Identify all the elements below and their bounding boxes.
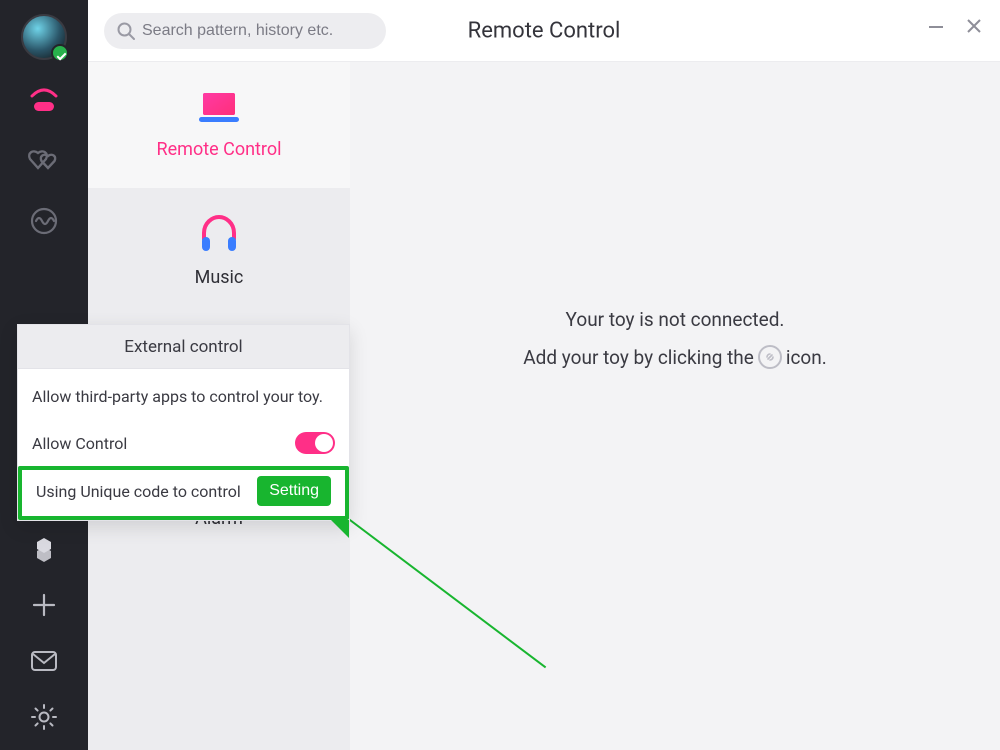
sidebar-item-settings[interactable] <box>27 700 61 734</box>
status-message-line1: Your toy is not connected. <box>566 308 785 331</box>
search-box[interactable] <box>104 13 386 49</box>
sidebar-nav-bottom <box>27 532 61 734</box>
popup-description: Allow third-party apps to control your t… <box>32 377 335 420</box>
sidebar-item-toys[interactable] <box>27 84 61 118</box>
allow-control-row: Allow Control <box>32 420 335 466</box>
header: Remote Control <box>88 0 1000 62</box>
unique-code-label: Using Unique code to control <box>36 482 241 501</box>
search-icon <box>116 21 136 41</box>
sidebar-nav-top <box>27 84 61 238</box>
close-button[interactable] <box>962 14 986 38</box>
link-icon <box>758 345 782 369</box>
window-controls <box>924 14 986 38</box>
setting-button[interactable]: Setting <box>257 476 331 506</box>
feature-music[interactable]: Music <box>88 188 350 314</box>
popup-title: External control <box>18 325 349 369</box>
allow-control-toggle[interactable] <box>295 432 335 454</box>
status-message-line2: Add your toy by clicking the icon. <box>523 345 826 369</box>
allow-control-label: Allow Control <box>32 434 127 453</box>
sidebar-item-patterns[interactable] <box>27 204 61 238</box>
external-control-popup: External control Allow third-party apps … <box>17 324 350 521</box>
feature-label: Music <box>195 267 244 288</box>
sidebar-item-partners[interactable] <box>27 144 61 178</box>
sidebar-item-devices[interactable] <box>27 532 61 566</box>
status-text: Add your toy by clicking the <box>523 346 754 369</box>
page-title: Remote Control <box>468 18 621 43</box>
laptop-icon <box>195 91 243 125</box>
annotation-arrow-icon <box>331 520 349 538</box>
headphones-icon <box>198 215 240 253</box>
avatar[interactable] <box>21 14 67 60</box>
unique-code-row: Using Unique code to control Setting <box>18 466 349 520</box>
sidebar-item-add[interactable] <box>27 588 61 622</box>
search-input[interactable] <box>142 22 374 40</box>
feature-remote-control[interactable]: Remote Control <box>88 62 350 188</box>
presence-online-icon <box>51 44 69 62</box>
main-pane: Your toy is not connected. Add your toy … <box>350 62 1000 750</box>
sidebar-item-messages[interactable] <box>27 644 61 678</box>
status-text: icon. <box>786 346 827 369</box>
minimize-button[interactable] <box>924 14 948 38</box>
feature-label: Remote Control <box>157 139 282 160</box>
